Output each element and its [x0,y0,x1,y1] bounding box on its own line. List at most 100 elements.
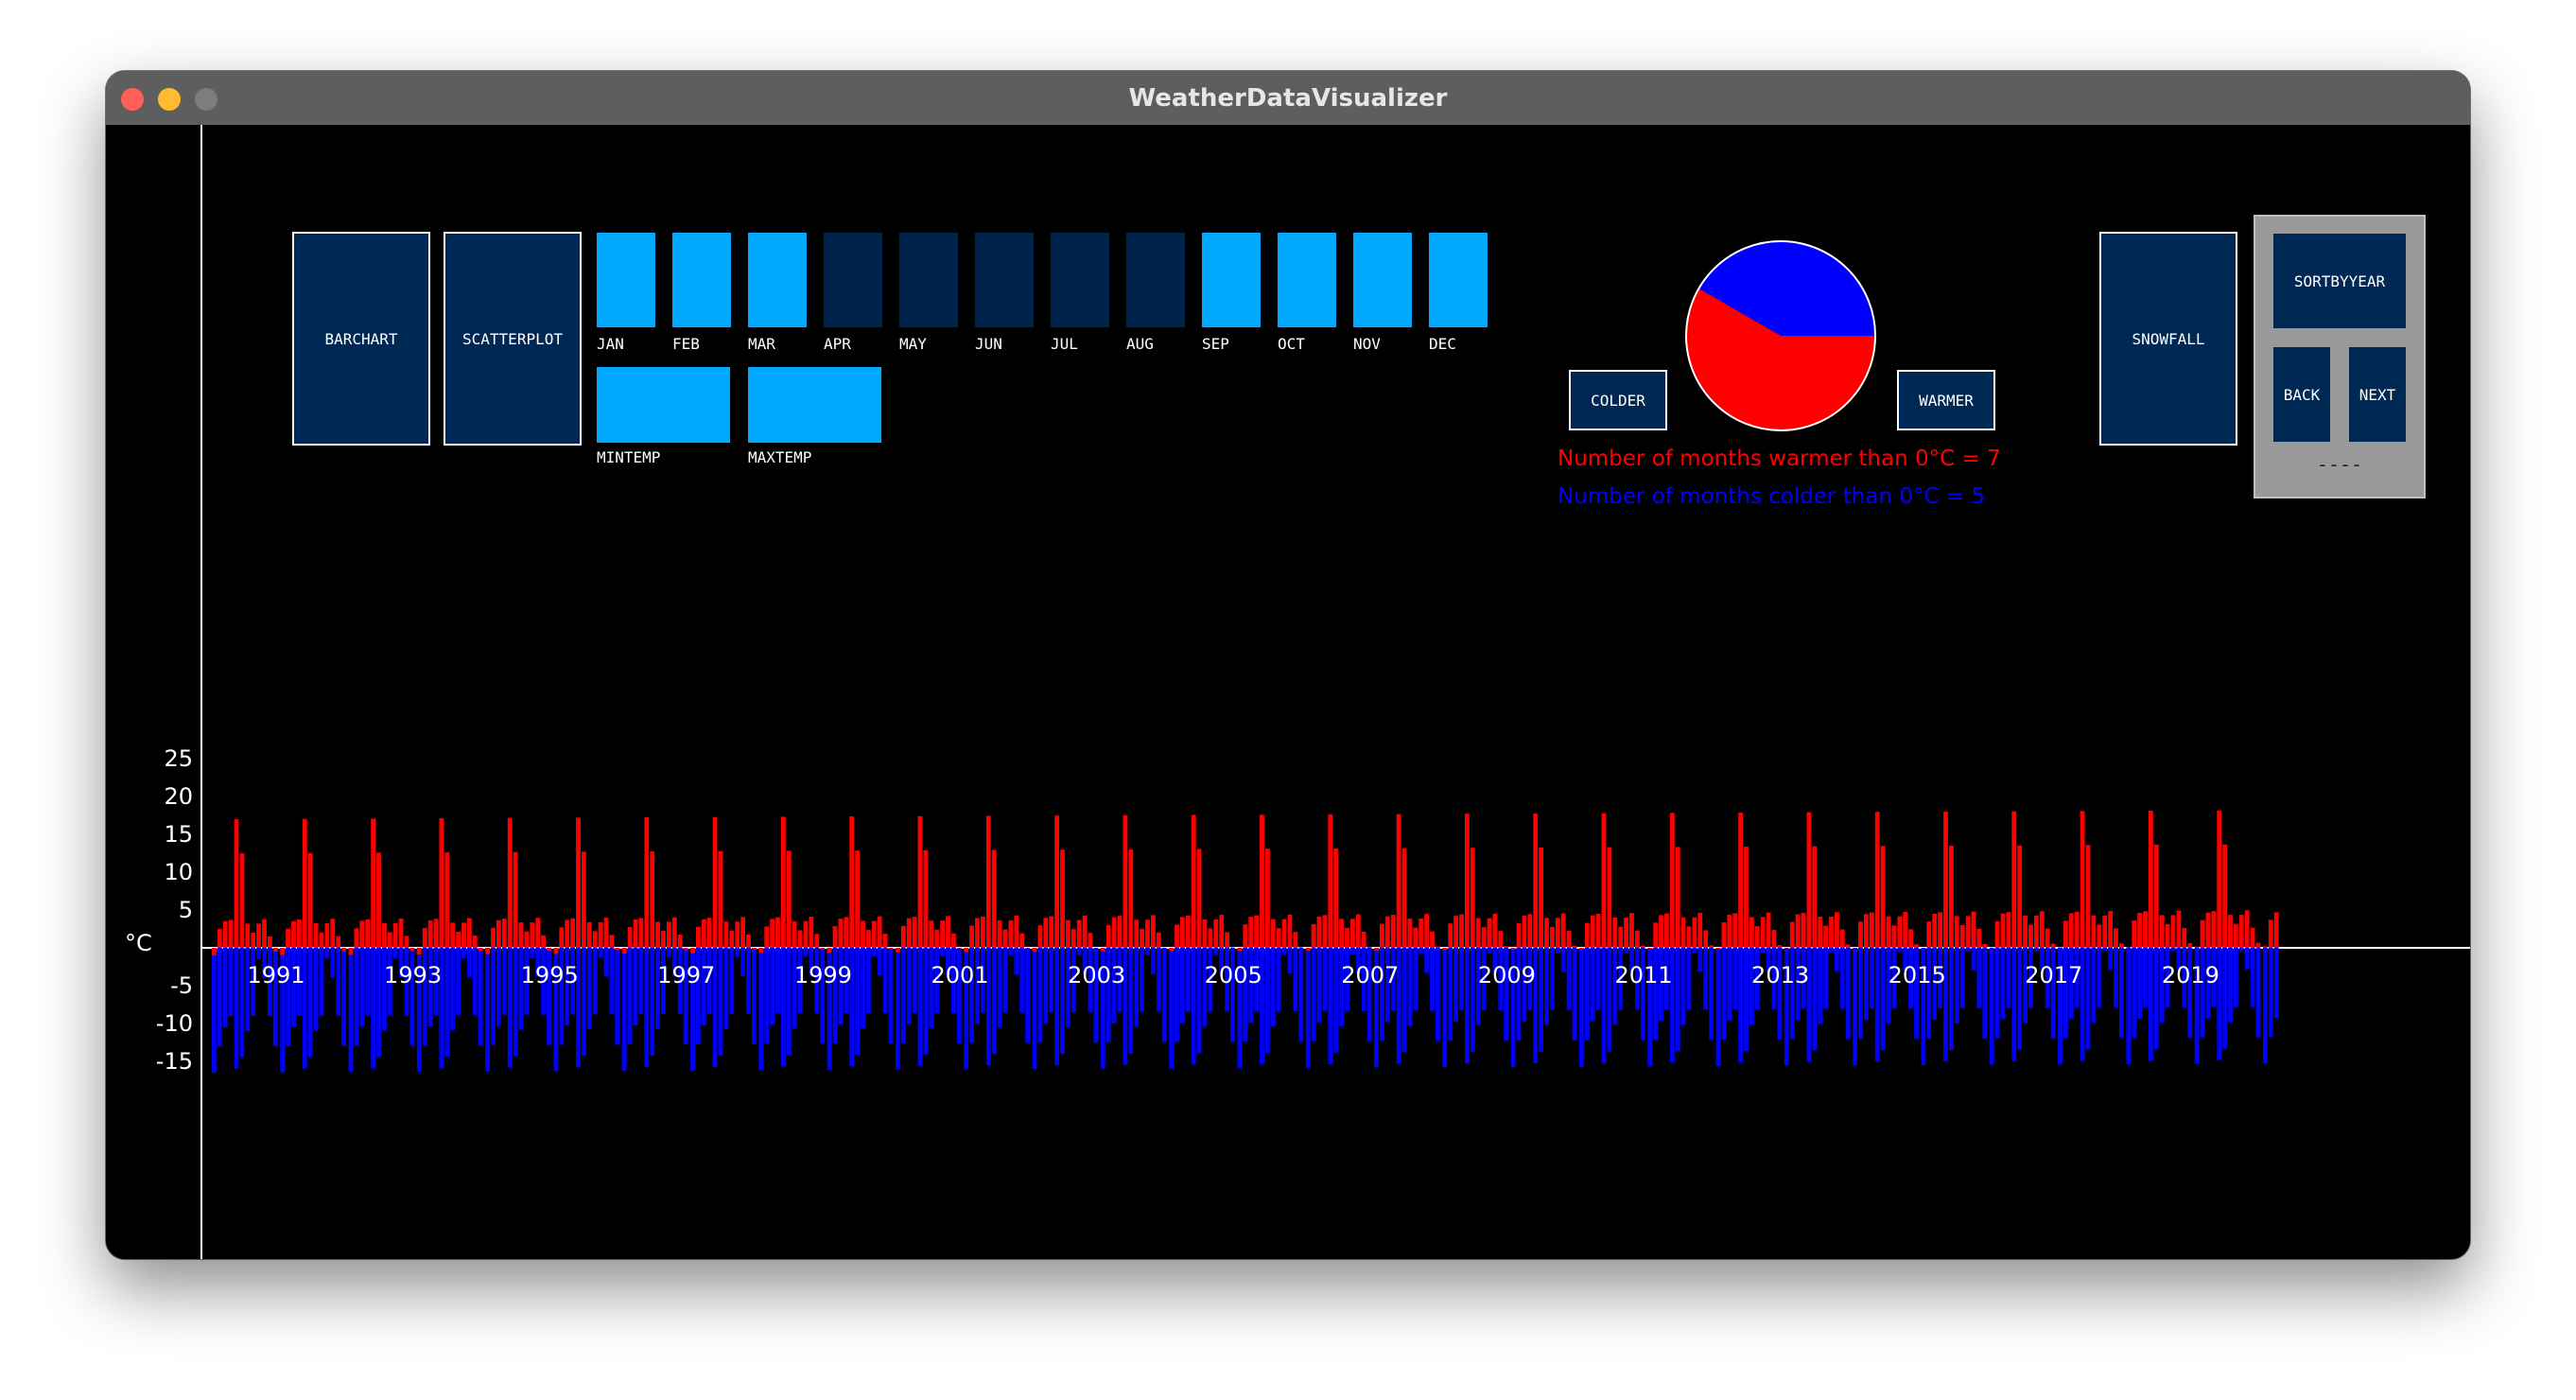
maxtemp-bar [1777,945,1783,948]
maxtemp-bar [803,920,809,948]
maxtemp-bar [1982,944,1988,948]
maxtemp-bar [1669,813,1675,948]
mintemp-toggle[interactable] [597,367,730,443]
colder-button[interactable]: COLDER [1569,370,1667,430]
mintemp-bar [1134,948,1140,1027]
snowfall-button[interactable]: SNOWFALL [2099,232,2237,446]
x-tick-label: 2005 [1205,962,1262,989]
maxtemp-bar [1293,932,1298,948]
maxtemp-bar [1629,913,1634,948]
warmer-button[interactable]: WARMER [1897,370,1995,430]
mintemp-bar [1853,948,1857,1066]
maxtemp-bar [1366,946,1372,948]
month-toggle-apr[interactable] [824,233,882,327]
maxtemp-bar [496,919,501,948]
mintemp-bar [758,948,764,1071]
maxtemp-bar [1002,929,1008,948]
maxtemp-bar [1555,918,1560,948]
maxtemp-bar [1801,913,1806,948]
month-toggle-aug[interactable] [1126,233,1185,327]
mintemp-bar [2143,948,2148,1007]
barchart-button[interactable]: BARCHART [292,232,430,446]
maxtemp-bar [1374,948,1379,951]
maxtemp-bar [530,922,535,948]
maxtemp-bar [1049,916,1054,948]
maxtemp-bar [975,918,980,948]
x-tick-label: 1999 [794,962,852,989]
mintemp-bar [917,948,923,1066]
maxtemp-bar [1965,916,1971,948]
y-tick-label: 25 [164,745,193,772]
maxtemp-bar [1037,925,1043,948]
maxtemp-bar [1504,946,1509,948]
window-title: WeatherDataVisualizer [1128,84,1448,113]
maxtemp-bar [2244,910,2250,948]
x-tick-label: 1991 [247,962,305,989]
app-window: WeatherDataVisualizer 25 20 15 10 5 -5 -10 -15 … [106,71,2470,1259]
maxtemp-bar [1971,911,1976,948]
mintemp-bar [472,948,478,1015]
mintemp-bar [1298,948,1304,1042]
maxtemp-bar [1413,927,1419,948]
maxtemp-bar [1243,924,1248,948]
maxtemp-bar [1492,913,1498,948]
month-toggle-sep[interactable] [1202,233,1261,327]
maxtemp-bar [740,917,745,948]
mintemp-bar [456,948,461,1015]
scatterplot-button[interactable]: SCATTERPLOT [444,232,582,446]
y-tick-label: -15 [156,1048,193,1075]
maxtemp-bar [1470,848,1475,948]
maxtemp-bar [1760,917,1766,948]
month-toggle-feb[interactable] [672,233,731,327]
mintemp-bar [1959,948,1965,1008]
maxtemp-label: MAXTEMP [748,448,812,466]
next-button[interactable]: NEXT [2349,347,2406,442]
mintemp-bar [1322,948,1328,1011]
mintemp-bar [1025,948,1030,1043]
mintemp-bar [518,948,524,1030]
maxtemp-bar [354,928,359,948]
mintemp-bar [1049,948,1054,1013]
month-toggle-jul[interactable] [1051,233,1109,327]
maxtemp-bar [1185,915,1191,948]
month-toggle-may[interactable] [899,233,958,327]
maxtemp-bar [1105,924,1111,948]
maxtemp-bar [2170,915,2176,948]
mintemp-bar [2244,948,2250,970]
back-button[interactable]: BACK [2273,347,2330,442]
maxtemp-bar [906,918,912,948]
mintemp-bar [1470,948,1475,1053]
mintemp-bar [1965,948,1971,952]
x-tick-label: 2001 [931,962,988,989]
month-toggle-nov[interactable] [1353,233,1412,327]
mintemp-bar [906,948,912,1024]
maxtemp-bar [1008,919,1014,948]
maxtemp-toggle[interactable] [748,367,881,443]
maxtemp-bar [621,948,627,954]
mintemp-bar [245,948,251,1031]
maxtemp-bar [422,928,427,948]
maxtemp-bar [450,922,456,948]
mintemp-bar [376,948,381,1058]
sort-by-year-button[interactable]: SORTBYYEAR [2273,234,2406,328]
maxtemp-bar [1560,913,1566,948]
month-toggle-oct[interactable] [1278,233,1336,327]
month-toggle-mar[interactable] [748,233,807,327]
mintemp-bar [1333,948,1339,1053]
maxtemp-bar [1475,918,1481,948]
month-toggle-jun[interactable] [975,233,1034,327]
maxtemp-bar [1510,948,1516,950]
maxtemp-bar [701,919,706,948]
maxtemp-bar [1664,913,1669,948]
month-toggle-jan[interactable] [597,233,655,327]
maxtemp-bar [280,948,286,955]
mintemp-bar [234,948,239,1069]
maxtemp-bar [2058,947,2063,948]
y-tick-label: 5 [179,897,193,923]
month-toggle-dec[interactable] [1429,233,1488,327]
maxtemp-bar [341,948,346,952]
mintemp-label: MINTEMP [597,448,661,466]
mintemp-bar [592,948,598,1015]
mintemp-bar [1265,948,1270,1054]
maxtemp-bar [382,922,387,948]
